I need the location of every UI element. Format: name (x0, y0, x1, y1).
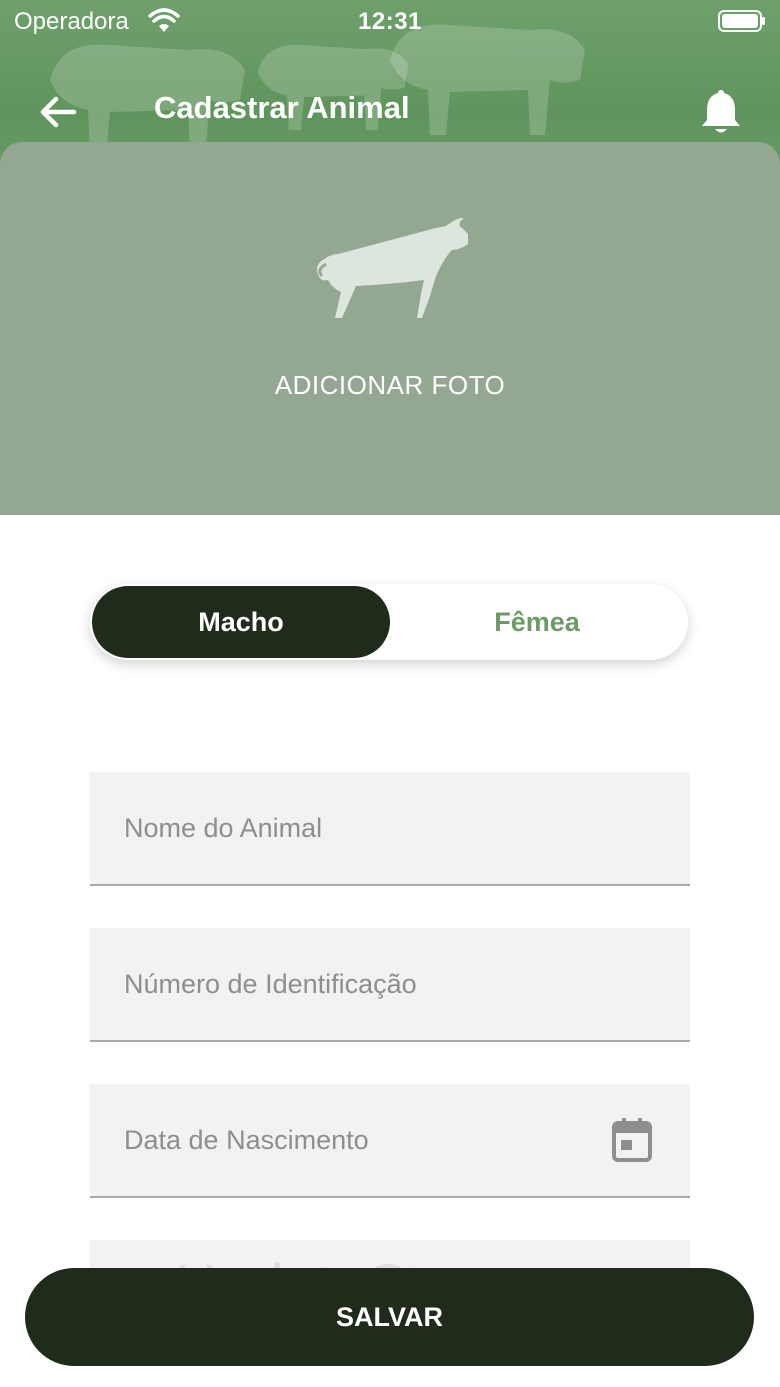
back-button[interactable] (34, 88, 82, 136)
wifi-icon (148, 8, 180, 32)
bull-icon (317, 218, 468, 318)
clock-time: 12:31 (358, 8, 422, 35)
calendar-icon[interactable] (612, 1118, 652, 1162)
toggle-option-male[interactable]: Macho (92, 586, 390, 658)
identification-number-input[interactable] (90, 928, 690, 1040)
notifications-button[interactable] (698, 86, 744, 136)
add-photo-label: ADICIONAR FOTO (274, 370, 506, 400)
birth-date-field (90, 1084, 690, 1198)
animal-name-field (90, 772, 690, 886)
page-title: Cadastrar Animal (154, 90, 410, 125)
animal-name-input[interactable] (90, 772, 690, 884)
birth-date-input[interactable] (90, 1084, 690, 1196)
battery-icon (718, 10, 765, 32)
arrow-left-icon (40, 96, 77, 128)
carrier-label: Operadora (14, 8, 129, 35)
add-photo-area[interactable]: ADICIONAR FOTO (0, 142, 780, 515)
save-button[interactable]: SALVAR (25, 1268, 754, 1366)
navigation-bar: Cadastrar Animal (0, 80, 780, 140)
toggle-option-female[interactable]: Fêmea (388, 586, 686, 658)
identification-number-field (90, 928, 690, 1042)
sex-toggle: Macho Fêmea (90, 584, 688, 660)
status-bar: Operadora 12:31 (0, 0, 780, 44)
bell-icon (702, 90, 740, 133)
